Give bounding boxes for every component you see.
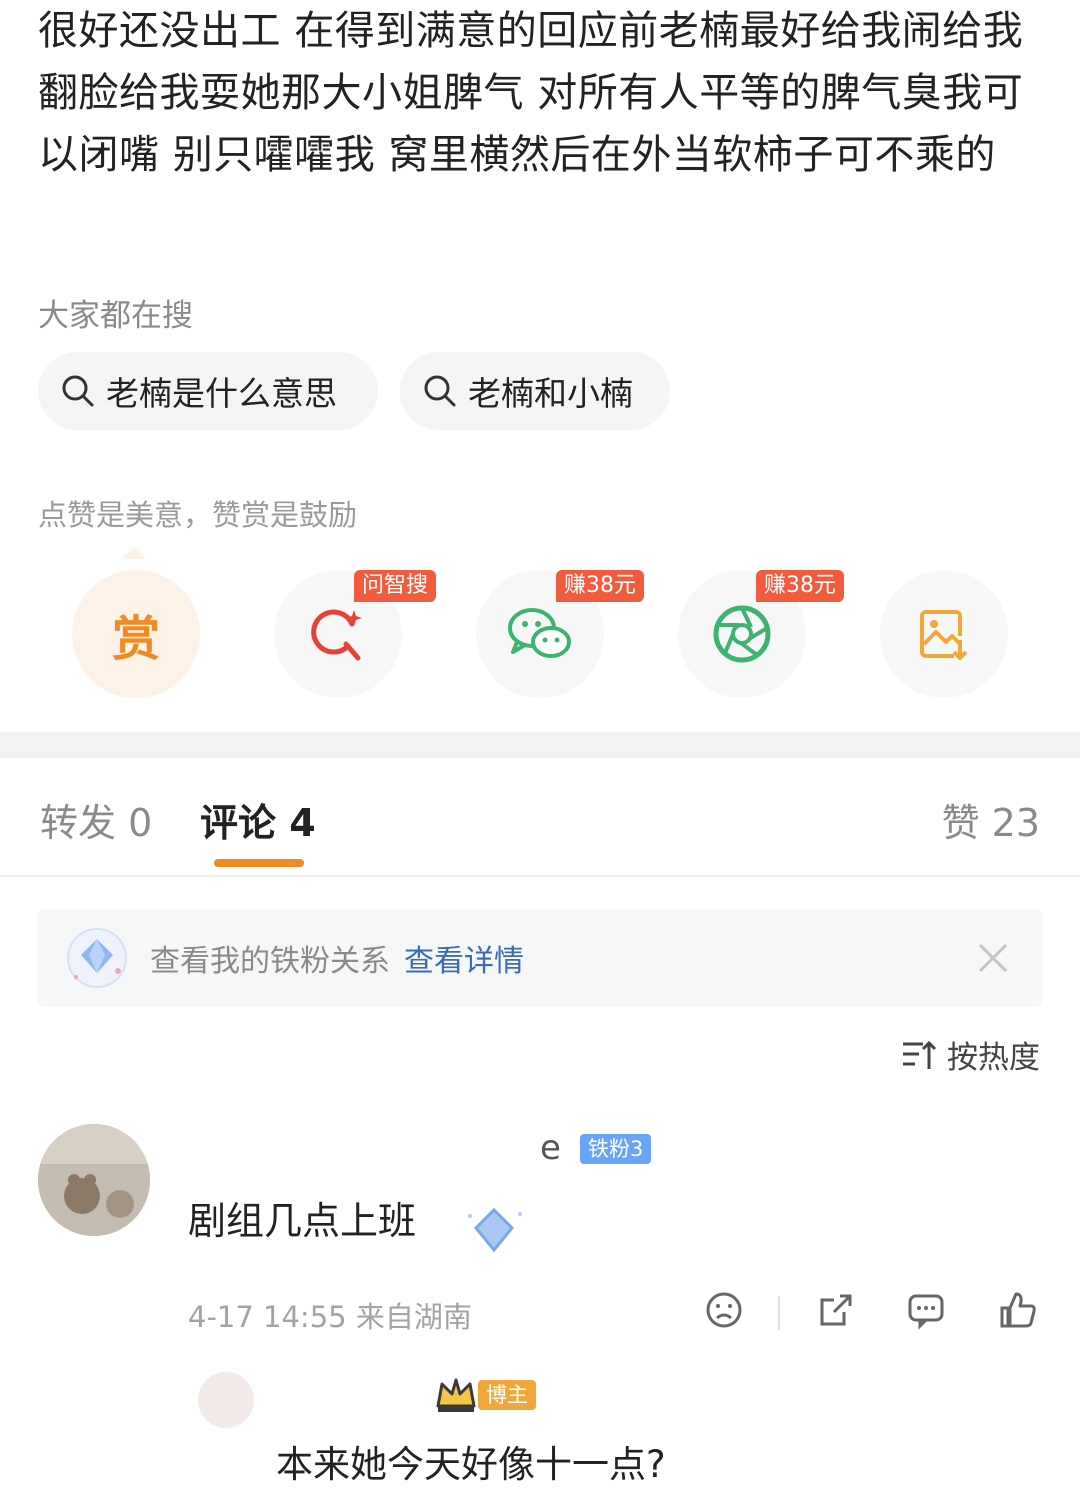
fan-banner-text: 查看我的铁粉关系 (150, 944, 390, 979)
dislike-icon[interactable] (704, 1290, 744, 1330)
reply-avatar[interactable] (198, 1372, 254, 1428)
search-icon (424, 375, 456, 407)
search-chip-2[interactable]: 老楠和小楠 (400, 352, 670, 430)
moments-icon (713, 605, 771, 663)
moments-earn-badge: 赚38元 (756, 570, 844, 602)
fan-relation-banner[interactable]: 查看我的铁粉关系 查看详情 (38, 909, 1042, 1007)
comment-username[interactable]: e (540, 1128, 561, 1168)
sort-icon (903, 1040, 937, 1069)
comment-meta: 4-17 14:55 来自湖南 (188, 1300, 472, 1334)
avatar-image (38, 1124, 150, 1236)
blogger-badge: 博主 (478, 1380, 536, 1410)
sort-toggle[interactable]: 按热度 (901, 1032, 1040, 1077)
search-chip-label: 老楠和小楠 (468, 374, 633, 413)
search-icon (62, 375, 94, 407)
wechat-icon (508, 608, 571, 658)
reward-tip: 点赞是美意，赞赏是鼓励 (38, 498, 358, 532)
save-image-button[interactable] (880, 570, 1008, 698)
fan-detail-link[interactable]: 查看详情 (404, 936, 524, 980)
comment-text: 剧组几点上班 (188, 1199, 417, 1243)
tabs-divider (0, 875, 1080, 877)
meta-separator (778, 1296, 780, 1330)
reply-icon[interactable] (906, 1290, 946, 1330)
tab-comments[interactable]: 评论 4 (200, 792, 316, 847)
reward-button[interactable]: 赏 (72, 570, 200, 698)
tip-pointer (122, 547, 146, 559)
crown-icon (436, 1378, 476, 1412)
save-image-icon (920, 610, 968, 660)
section-divider (0, 732, 1080, 758)
sort-label: 按热度 (947, 1040, 1040, 1076)
fan-level-badge: 铁粉3 (580, 1134, 652, 1164)
search-chip-1[interactable]: 老楠是什么意思 (38, 352, 378, 430)
tab-likes[interactable]: 赞 23 (942, 792, 1040, 847)
ask-badge: 问智搜 (354, 570, 437, 602)
avatar[interactable] (38, 1124, 150, 1236)
diamond-icon (67, 928, 127, 988)
active-tab-indicator (214, 859, 304, 867)
wechat-earn-badge: 赚38元 (556, 570, 644, 602)
search-chip-label: 老楠是什么意思 (106, 374, 337, 413)
close-icon[interactable] (976, 941, 1010, 975)
hot-search-title: 大家都在搜 (38, 298, 193, 334)
post-text: 很好还没出工 在得到满意的回应前老楠最好给我闹给我翻脸给我耍她那大小姐脾气 对所… (38, 8, 1024, 178)
ai-search-icon (311, 609, 362, 661)
diamond-sticker-icon (468, 1207, 522, 1253)
reward-icon: 赏 (111, 611, 160, 667)
reply-text: 本来她今天好像十一点? (276, 1443, 666, 1486)
like-icon[interactable] (998, 1290, 1038, 1330)
tab-repost[interactable]: 转发 0 (40, 792, 152, 847)
share-icon[interactable] (816, 1290, 856, 1330)
